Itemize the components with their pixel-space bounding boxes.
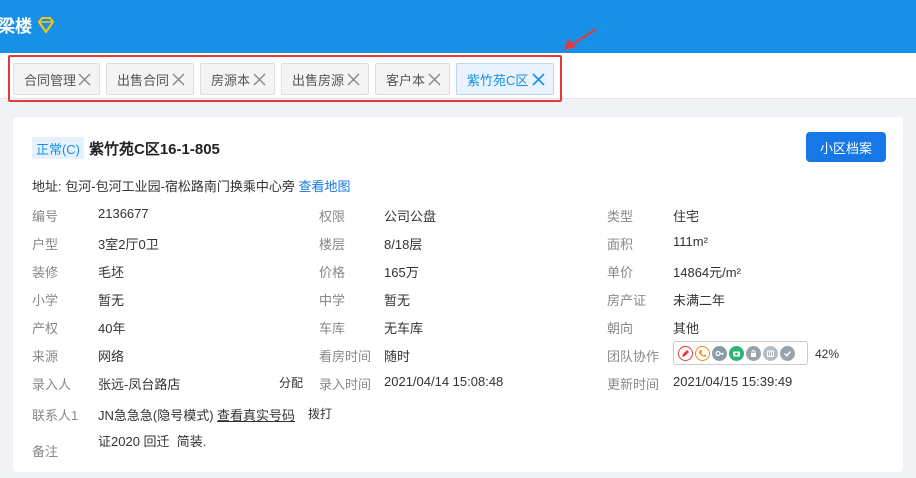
field-value: 2021/04/15 15:39:49 — [673, 374, 793, 389]
field-value: 165万 — [384, 265, 419, 280]
field-value: 8/18层 — [384, 237, 423, 252]
field-value: 14864元/m² — [673, 265, 741, 280]
brand: 梁楼 — [0, 12, 55, 37]
field-label: 更新时间 — [607, 377, 660, 392]
field-label: 编号 — [32, 209, 59, 224]
field-value: 公司公盘 — [384, 209, 437, 224]
field-label: 户型 — [32, 237, 59, 252]
field-value: 无车库 — [384, 321, 424, 336]
field-label: 类型 — [607, 209, 634, 224]
entered-by-value: 张远-凤台路店 — [98, 377, 181, 392]
field-label: 产权 — [32, 321, 59, 336]
diamond-icon — [38, 16, 54, 33]
key-icon[interactable] — [712, 345, 727, 361]
top-bar: 梁楼 — [0, 0, 916, 53]
remark-value: 证2020 回迁 简装. — [98, 434, 207, 449]
field-value: 40年 — [98, 321, 126, 336]
field-label: 价格 — [319, 265, 346, 280]
field-label: 车库 — [319, 321, 346, 336]
field-label: 装修 — [32, 265, 59, 280]
remark-label: 备注 — [32, 444, 59, 459]
field-value: 其他 — [673, 321, 700, 336]
address-label: 地址: — [32, 179, 62, 194]
highlight-frame — [8, 55, 562, 102]
field-value: 111m² — [673, 234, 708, 249]
field-value: 2021/04/14 15:08:48 — [384, 374, 504, 389]
phone-icon[interactable] — [695, 345, 710, 361]
field-value: 未满二年 — [673, 293, 726, 308]
shop-icon[interactable] — [763, 345, 778, 361]
field-label: 录入时间 — [319, 377, 372, 392]
field-value: 网络 — [98, 349, 125, 364]
field-label: 小学 — [32, 293, 59, 308]
field-label: 来源 — [32, 349, 59, 364]
field-label: 团队协作 — [607, 349, 660, 364]
field-label: 录入人 — [32, 377, 72, 392]
field-label: 单价 — [607, 265, 634, 280]
check-icon[interactable] — [780, 345, 795, 361]
address-row: 地址: 包河-包河工业园-宿松路南门换乘中心旁 查看地图 — [32, 176, 351, 195]
field-label: 房产证 — [607, 293, 647, 308]
status-badge: 正常(C) — [32, 137, 84, 159]
field-value: 2136677 — [98, 206, 149, 221]
team-collab-icons — [673, 341, 808, 365]
arrow-annotation — [564, 28, 597, 50]
field-label: 朝向 — [607, 321, 634, 336]
field-label: 楼层 — [319, 237, 346, 252]
assign-link[interactable]: 分配 — [279, 374, 303, 391]
field-value: 随时 — [384, 349, 411, 364]
lock-icon[interactable] — [746, 345, 761, 361]
field-label: 中学 — [319, 293, 346, 308]
address-value: 包河-包河工业园-宿松路南门换乘中心旁 — [65, 179, 295, 194]
community-archive-button[interactable]: 小区档案 — [806, 132, 886, 162]
contact-name[interactable]: JN急急急(隐号模式) — [98, 405, 214, 424]
field-value: 3室2厅0卫 — [98, 237, 159, 252]
field-value: 暂无 — [98, 293, 125, 308]
camera-icon[interactable] — [729, 345, 744, 361]
field-value: 毛坯 — [98, 265, 125, 280]
field-label: 面积 — [607, 237, 634, 252]
view-map-link[interactable]: 查看地图 — [299, 179, 351, 194]
pen-icon[interactable] — [678, 345, 693, 361]
field-label: 看房时间 — [319, 349, 372, 364]
view-real-number-link[interactable]: 查看真实号码 — [217, 405, 295, 424]
field-value: 住宅 — [673, 209, 700, 224]
field-value: 暂无 — [384, 293, 411, 308]
contact-label: 联系人1 — [32, 408, 79, 423]
team-collab-percent: 42% — [815, 347, 840, 361]
dial-link[interactable]: 拨打 — [308, 405, 332, 422]
field-label: 权限 — [319, 209, 346, 224]
property-title: 紫竹苑C区16-1-805 — [89, 141, 220, 158]
brand-title: 梁楼 — [0, 17, 32, 36]
